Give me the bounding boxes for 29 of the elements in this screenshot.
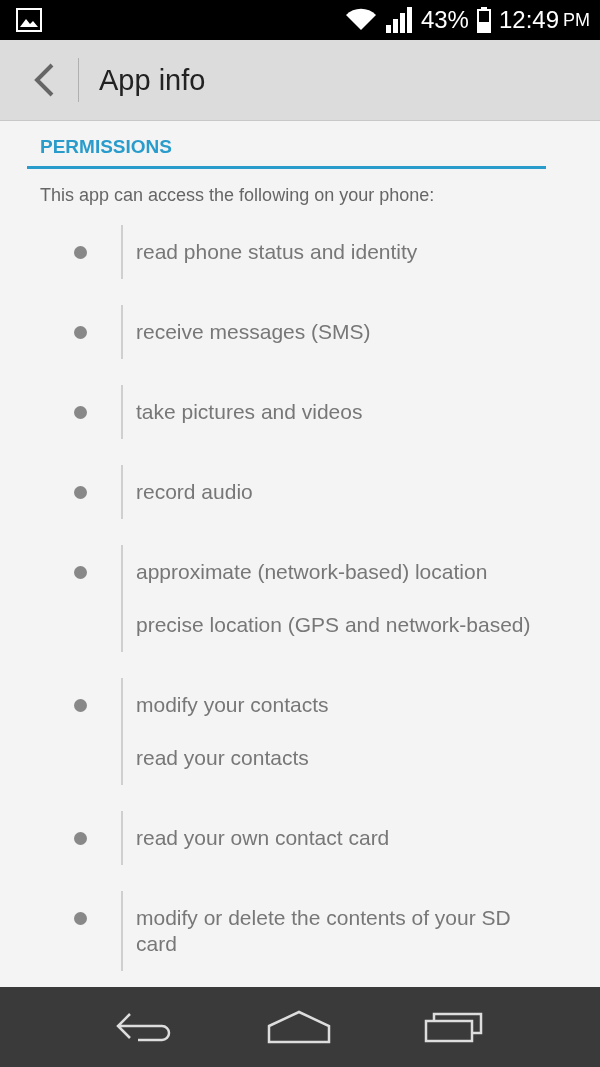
bullet-icon — [73, 406, 87, 419]
permission-text: modify your contacts — [136, 692, 330, 718]
bullet-icon — [73, 699, 87, 712]
bullet-icon — [73, 486, 87, 499]
permission-text: receive messages (SMS) — [136, 319, 372, 345]
battery-percent: 43% — [420, 6, 469, 34]
battery-icon — [476, 7, 491, 33]
permission-text: approximate (network-based) location — [136, 559, 489, 585]
bullet-icon — [73, 832, 87, 845]
screen-title: App info — [99, 63, 206, 97]
clock-time: 12:49 — [498, 6, 559, 34]
permission-text: take pictures and videos — [136, 399, 364, 425]
permission-text: modify or delete the contents of your SD card — [136, 905, 512, 957]
bullet-icon — [73, 912, 87, 925]
section-header: PERMISSIONS — [27, 121, 546, 169]
clock-meridiem: PM — [563, 9, 590, 31]
permission-text: read phone status and identity — [136, 239, 419, 265]
picture-icon — [16, 8, 42, 32]
bullet-icon — [73, 246, 87, 259]
signal-icon — [384, 7, 413, 33]
intro-text: This app can access the following on your phone: — [39, 184, 436, 207]
bullet-icon — [73, 566, 87, 579]
wifi-icon — [344, 8, 377, 32]
permission-text: read your contacts — [136, 745, 310, 771]
permission-text: precise location (GPS and network-based) — [136, 612, 532, 638]
permission-text: read your own contact card — [136, 825, 391, 851]
permission-text: record audio — [136, 479, 254, 505]
bullet-icon — [73, 326, 87, 339]
back-chevron-icon — [33, 63, 55, 97]
